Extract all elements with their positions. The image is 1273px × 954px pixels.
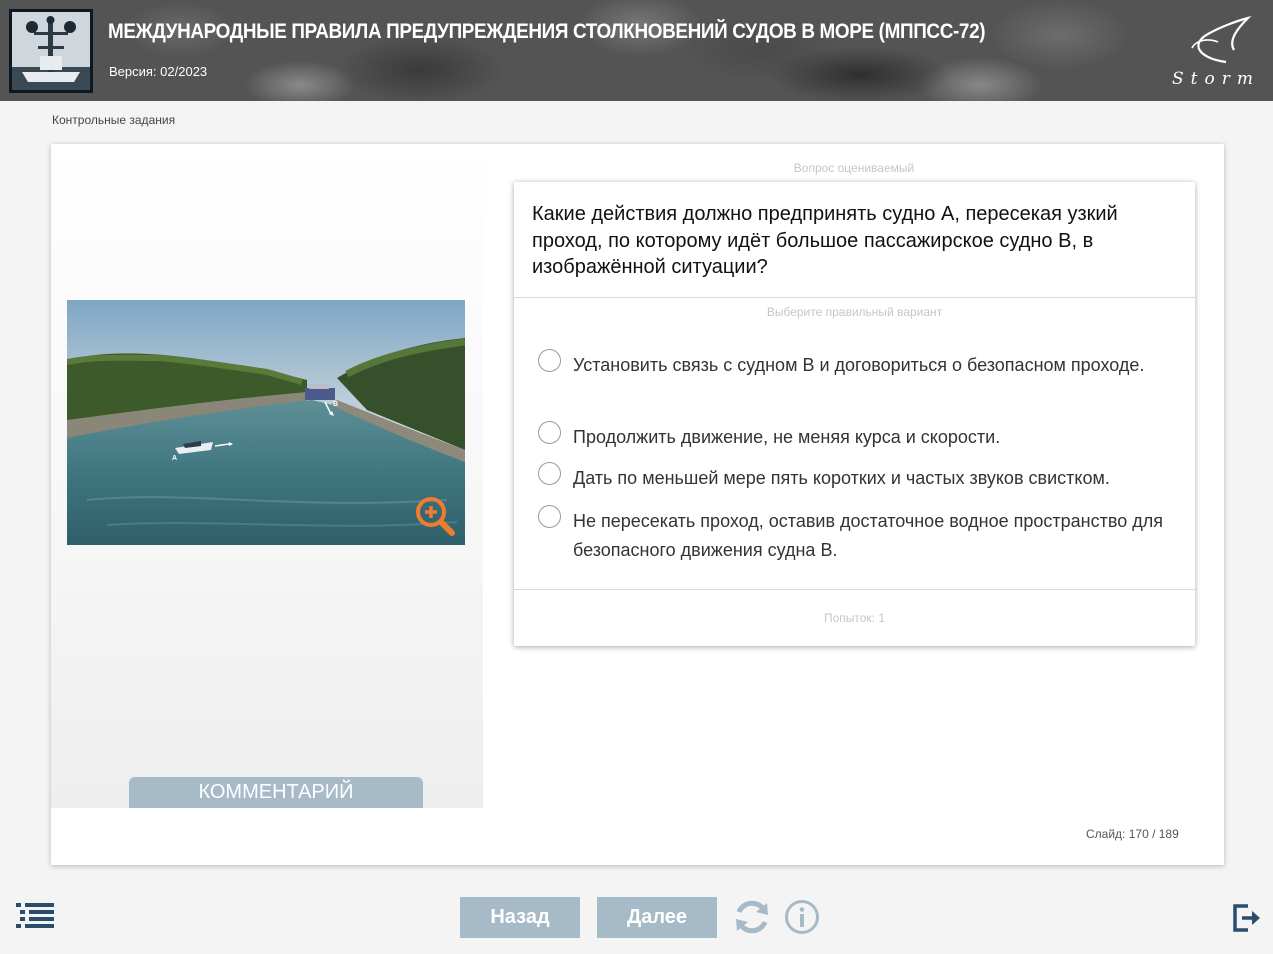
slide-counter: Слайд: 170 / 189: [1086, 827, 1179, 841]
radio-button[interactable]: [538, 421, 561, 444]
assessed-question-label: Вопрос оцениваемый: [793, 161, 915, 175]
radio-button[interactable]: [538, 462, 561, 485]
next-button[interactable]: Далее: [597, 897, 717, 938]
slide-label: Слайд:: [1086, 827, 1126, 841]
back-button[interactable]: Назад: [460, 897, 580, 938]
divider: [514, 589, 1195, 590]
radio-button[interactable]: [538, 505, 561, 528]
situation-image[interactable]: A B: [67, 300, 465, 545]
comment-button[interactable]: КОММЕНТАРИЙ: [129, 777, 423, 808]
storm-logo-text: Storm: [1172, 69, 1260, 89]
option-label: Продолжить движение, не меняя курса и ск…: [573, 427, 1001, 447]
main-panel: A B КОММЕНТАРИЙ Вопрос оцениваемый Какие…: [51, 144, 1224, 865]
radio-button[interactable]: [538, 349, 561, 372]
refresh-icon[interactable]: [733, 898, 771, 936]
boat-a-label: A: [172, 455, 177, 462]
exit-icon[interactable]: [1232, 903, 1262, 933]
option-label: Установить связь с судном В и договорить…: [573, 355, 1145, 375]
attempts-counter: Попыток: 1: [823, 611, 886, 625]
ship-mast-icon: [12, 12, 90, 90]
breadcrumb: Контрольные задания: [52, 113, 176, 127]
question-card: Какие действия должно предпринять судно …: [514, 182, 1195, 646]
divider: [514, 297, 1195, 298]
choose-label: Выберите правильный вариант: [766, 305, 943, 319]
option-label: Не пересекать проход, оставив достаточно…: [573, 511, 1163, 560]
app-version: Версия: 02/2023: [109, 64, 208, 79]
storm-logo: Storm: [1168, 14, 1260, 90]
menu-list-icon[interactable]: [16, 903, 56, 929]
image-pane: A B КОММЕНТАРИЙ: [51, 144, 483, 808]
info-icon[interactable]: [784, 899, 820, 935]
slide-number: 170 / 189: [1128, 827, 1179, 841]
header-bar: МЕЖДУНАРОДНЫЕ ПРАВИЛА ПРЕДУПРЕЖДЕНИЯ СТО…: [0, 0, 1273, 101]
ship-logo: [9, 9, 93, 93]
zoom-in-icon[interactable]: [414, 495, 456, 537]
app-title: МЕЖДУНАРОДНЫЕ ПРАВИЛА ПРЕДУПРЕЖДЕНИЯ СТО…: [108, 20, 986, 43]
option-label: Дать по меньшей мере пять коротких и час…: [573, 468, 1110, 488]
question-text: Какие действия должно предпринять судно …: [532, 203, 1118, 278]
ship-b-label: B: [333, 401, 338, 408]
